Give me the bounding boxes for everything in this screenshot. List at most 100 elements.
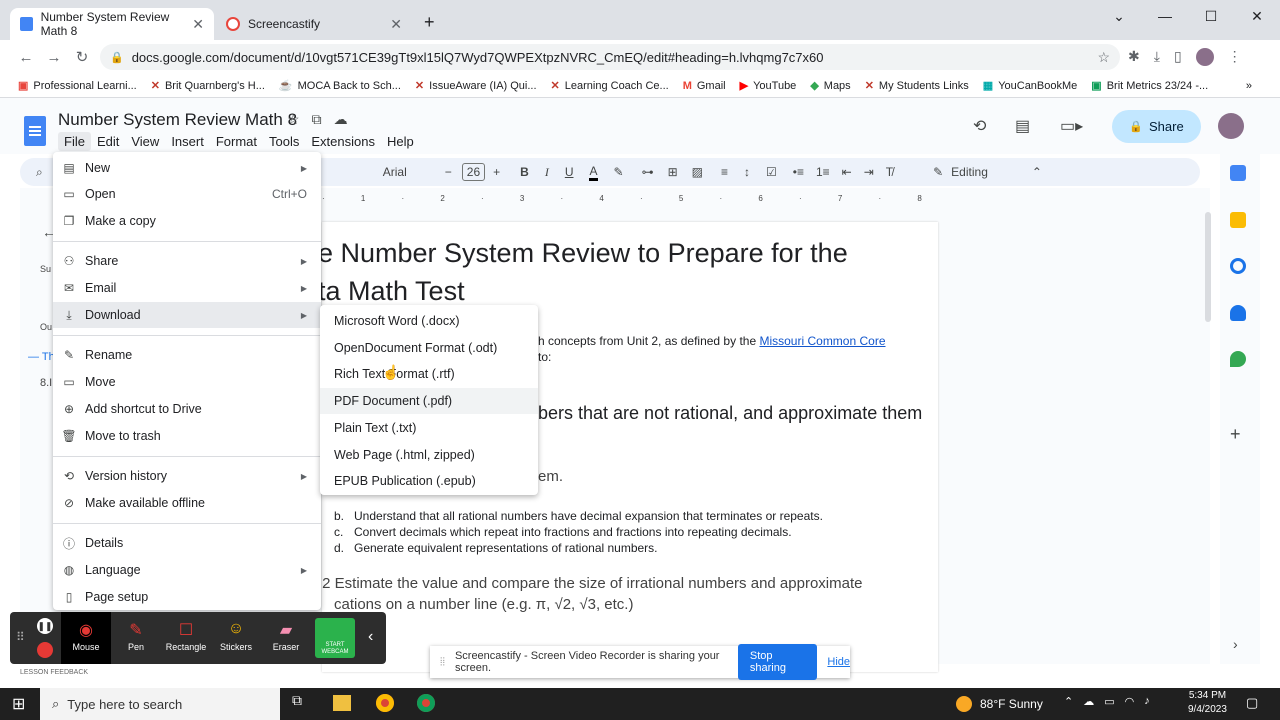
scrollbar[interactable]	[1205, 212, 1211, 322]
menu-help[interactable]: Help	[381, 132, 420, 151]
font-size-input[interactable]: 26	[461, 163, 486, 181]
tool-stickers[interactable]: ☺ Stickers	[211, 612, 261, 664]
clear-format-icon[interactable]: T̸	[886, 165, 893, 179]
download-option[interactable]: OpenDocument Format (.odt)	[320, 335, 538, 361]
keep-icon[interactable]	[1230, 212, 1246, 228]
extensions-puzzle-icon[interactable]: ✱	[1128, 48, 1140, 66]
checklist-icon[interactable]: ☑	[766, 165, 777, 179]
bookmark-item[interactable]: ▣ Brit Metrics 23/24 -...	[1091, 79, 1208, 93]
file-menu-item-rename[interactable]: ✎ Rename	[53, 342, 321, 368]
editing-mode-select[interactable]: Editing	[951, 165, 988, 179]
file-menu-item-make-available-offline[interactable]: ⊘ Make available offline	[53, 490, 321, 516]
menu-edit[interactable]: Edit	[91, 132, 125, 151]
close-window-icon[interactable]: ✕	[1234, 0, 1280, 32]
bookmark-item[interactable]: ✕ IssueAware (IA) Qui...	[415, 79, 537, 93]
menu-tools[interactable]: Tools	[263, 132, 305, 151]
volume-icon[interactable]: ♪	[1144, 695, 1150, 708]
bookmark-item[interactable]: ✕ My Students Links	[865, 79, 969, 93]
bookmark-item[interactable]: ✕ Learning Coach Ce...	[551, 79, 669, 93]
menu-extensions[interactable]: Extensions	[305, 132, 381, 151]
menu-file[interactable]: File	[58, 132, 91, 151]
file-menu-item-make-a-copy[interactable]: ❐ Make a copy	[53, 208, 321, 234]
move-folder-icon[interactable]: ⧉	[312, 111, 322, 128]
decrease-size-icon[interactable]: −	[445, 165, 452, 179]
outline-heading-item[interactable]: 8.I	[40, 377, 52, 389]
indent-increase-icon[interactable]: ⇥	[864, 165, 874, 179]
file-menu-item-move[interactable]: ▭ Move	[53, 369, 321, 395]
image-icon[interactable]: ▨	[692, 165, 703, 179]
weather-text[interactable]: 88°F Sunny	[980, 697, 1043, 711]
text-color-icon[interactable]: A	[589, 164, 598, 181]
download-option[interactable]: Rich Text Format (.rtf)	[320, 361, 538, 387]
notifications-icon[interactable]: ▢	[1246, 695, 1258, 711]
outline-heading-item[interactable]: — Th	[28, 351, 55, 363]
maximize-icon[interactable]: ☐	[1188, 0, 1234, 32]
file-menu-item-move-to-trash[interactable]: 🗑 Move to trash	[53, 423, 321, 449]
tab-docs[interactable]: Number System Review Math 8 ✕	[10, 8, 214, 40]
new-tab-button[interactable]: +	[424, 12, 435, 33]
bold-icon[interactable]: B	[520, 165, 529, 179]
tab-screencastify[interactable]: Screencastify ✕	[216, 8, 412, 40]
file-menu-item-open[interactable]: ▭ Open Ctrl+O	[53, 181, 321, 207]
reload-icon[interactable]: ↻	[68, 48, 96, 66]
collapse-toolbar-icon[interactable]: ⌃	[1032, 165, 1042, 179]
menu-format[interactable]: Format	[210, 132, 263, 151]
stop-sharing-button[interactable]: Stop sharing	[737, 644, 818, 680]
chevron-up-icon[interactable]: ⌃	[1064, 695, 1073, 708]
forward-icon[interactable]: →	[40, 49, 68, 66]
tab-search-icon[interactable]: ⌄	[1096, 0, 1142, 32]
file-menu-item-language[interactable]: ◍ Language ▶	[53, 557, 321, 583]
stop-record-icon[interactable]	[37, 642, 53, 658]
download-option[interactable]: Web Page (.html, zipped)	[320, 442, 538, 468]
star-icon[interactable]: ☆	[287, 111, 300, 128]
common-core-link[interactable]: Missouri Common Core	[759, 334, 885, 348]
calendar-icon[interactable]	[1230, 165, 1246, 181]
highlight-icon[interactable]: ✎	[614, 165, 624, 179]
version-history-icon[interactable]: ⟲	[973, 116, 986, 136]
italic-icon[interactable]: I	[545, 165, 549, 180]
share-button[interactable]: 🔒 Share	[1112, 110, 1201, 143]
hide-link[interactable]: Hide	[827, 656, 850, 668]
indent-decrease-icon[interactable]: ⇤	[842, 165, 852, 179]
increase-size-icon[interactable]: +	[493, 165, 500, 179]
chrome-icon[interactable]	[376, 694, 394, 712]
search-menus-icon[interactable]: ⌕	[36, 165, 43, 180]
tool-eraser[interactable]: ▰ Eraser	[261, 612, 311, 664]
link-icon[interactable]: ⊶	[642, 165, 654, 179]
bookmark-item[interactable]: ☕ MOCA Back to Sch...	[279, 79, 401, 93]
bookmark-item[interactable]: ▣ Professional Learni...	[18, 79, 137, 93]
meet-video-icon[interactable]: ▭▸	[1060, 116, 1083, 136]
download-tray-icon[interactable]: ⤓	[1154, 48, 1160, 66]
expand-panel-icon[interactable]: ›	[1233, 636, 1238, 652]
download-option[interactable]: EPUB Publication (.epub)	[320, 468, 538, 494]
file-menu-item-add-shortcut-to-drive[interactable]: ⊕ Add shortcut to Drive	[53, 396, 321, 422]
file-menu-item-email[interactable]: ✉ Email ▶	[53, 275, 321, 301]
bookmarks-overflow[interactable]: »	[1246, 80, 1252, 92]
wifi-icon[interactable]: ◠	[1125, 695, 1135, 708]
line-spacing-icon[interactable]: ↕	[744, 165, 750, 179]
underline-icon[interactable]: U	[565, 165, 574, 179]
task-view-icon[interactable]: ⧉	[292, 692, 302, 709]
taskbar-search[interactable]: ⌕ Type here to search	[40, 688, 280, 720]
comment-add-icon[interactable]: ⊞	[668, 165, 678, 179]
bookmark-star-icon[interactable]: ☆	[1097, 49, 1110, 66]
font-selector[interactable]: Arial	[383, 165, 407, 179]
profile-avatar[interactable]	[1195, 48, 1214, 66]
tool-rectangle[interactable]: ☐ Rectangle	[161, 612, 211, 664]
drag-handle-icon[interactable]: ⠿	[16, 630, 25, 644]
onedrive-icon[interactable]: ☁	[1083, 695, 1094, 708]
contacts-icon[interactable]	[1230, 305, 1246, 321]
bookmark-item[interactable]: ▦ YouCanBookMe	[983, 79, 1078, 93]
bookmark-item[interactable]: ✕ Brit Quarnberg's H...	[151, 79, 265, 93]
chrome-icon[interactable]	[417, 694, 435, 712]
document-title[interactable]: Number System Review Math 8	[58, 110, 297, 130]
file-menu-item-version-history[interactable]: ⟲ Version history ▶	[53, 463, 321, 489]
bullet-list-icon[interactable]: •≡	[793, 165, 804, 179]
taskbar-clock[interactable]: 5:34 PM 9/4/2023	[1188, 689, 1227, 717]
pause-icon[interactable]: ❚❚	[37, 618, 53, 634]
file-menu-item-details[interactable]: ⓘ Details	[53, 530, 321, 556]
close-icon[interactable]: ✕	[390, 16, 402, 33]
bookmark-item[interactable]: ▶ YouTube	[740, 79, 797, 93]
collapse-toolbar-icon[interactable]: ‹	[368, 628, 373, 646]
file-explorer-icon[interactable]	[333, 695, 351, 711]
